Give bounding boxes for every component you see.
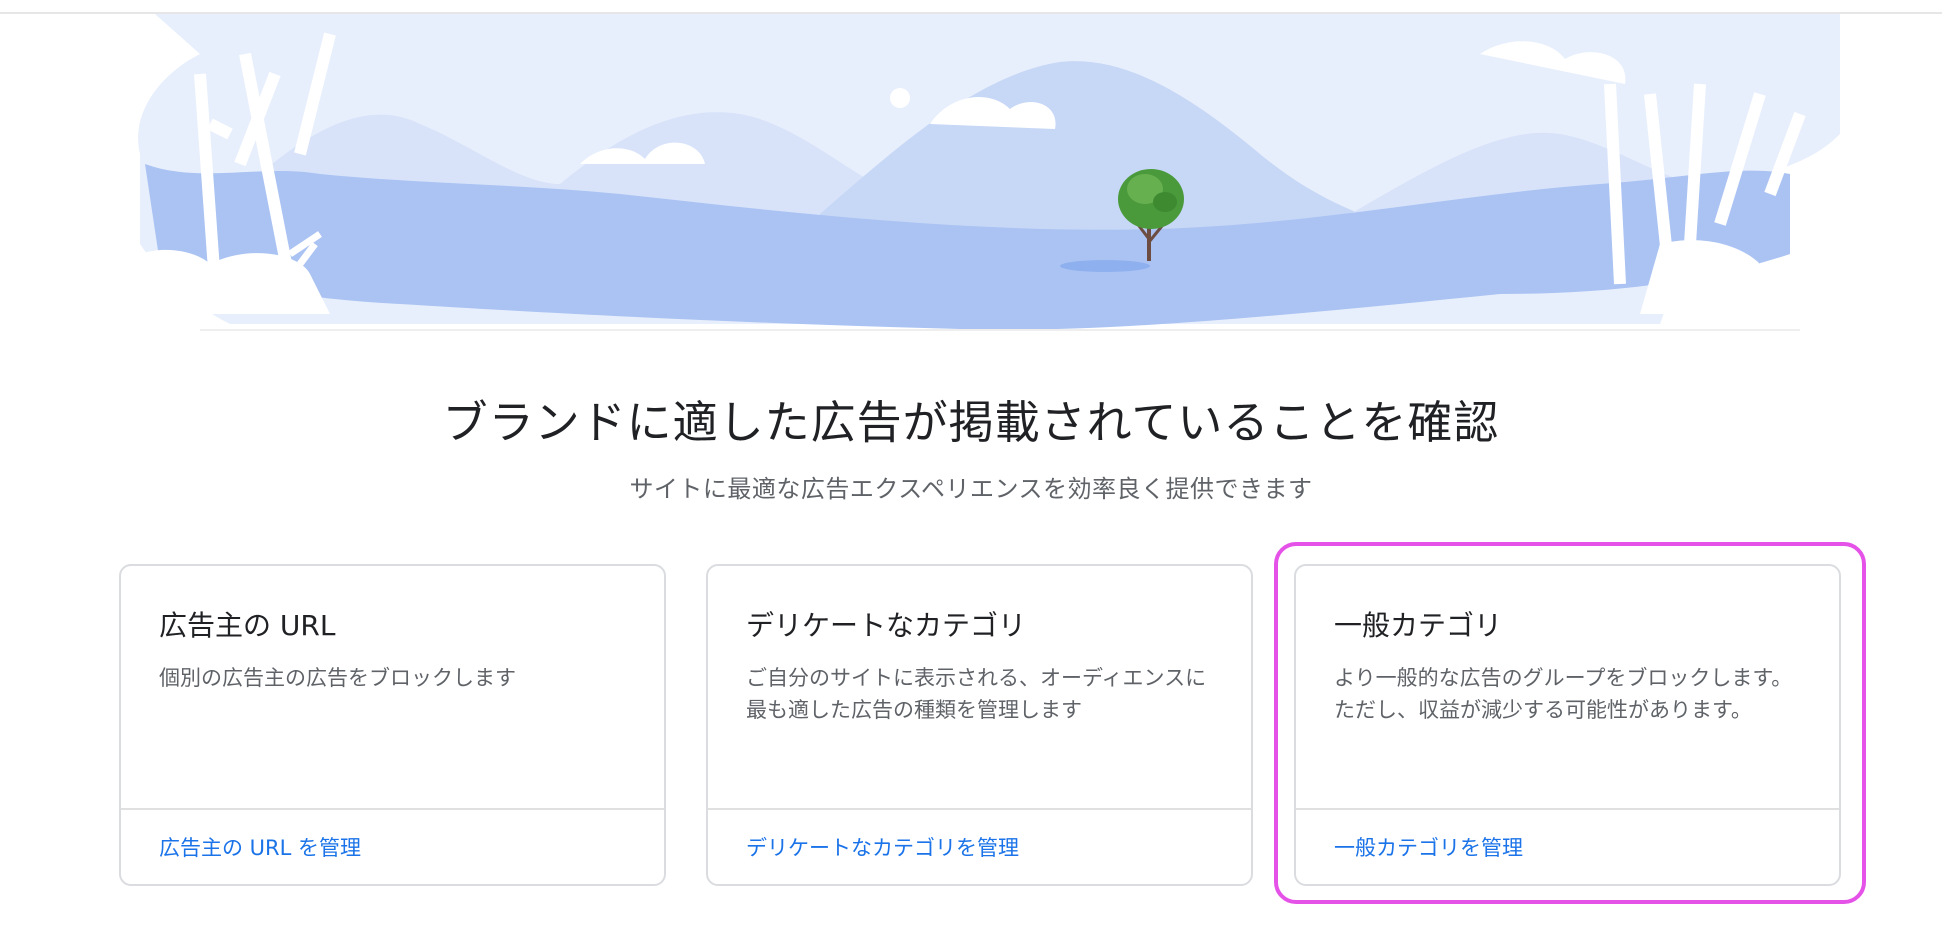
card-description: より一般的な広告のグループをブロックします。ただし、収益が減少する可能性がありま… xyxy=(1334,666,1793,722)
card-title: デリケートなカテゴリ xyxy=(746,609,1027,642)
card-divider xyxy=(708,808,1251,810)
page-subtitle: サイトに最適な広告エクスペリエンスを効率良く提供できます xyxy=(629,475,1313,503)
card-divider xyxy=(1296,808,1839,810)
card-advertiser-url: 広告主の URL 個別の広告主の広告をブロックします 広告主の URL を管理 xyxy=(119,564,666,886)
card-title: 一般カテゴリ xyxy=(1334,609,1503,642)
manage-general-categories-link[interactable]: 一般カテゴリを管理 xyxy=(1334,832,1523,862)
page: ブランドに適した広告が掲載されていることを確認 サイトに最適な広告エクスペリエン… xyxy=(0,0,1942,932)
card-general-categories: 一般カテゴリ より一般的な広告のグループをブロックします。ただし、収益が減少する… xyxy=(1294,564,1841,886)
hero-illustration xyxy=(138,14,1840,331)
card-title: 広告主の URL xyxy=(159,609,336,642)
manage-advertiser-url-link[interactable]: 広告主の URL を管理 xyxy=(159,832,361,862)
card-divider xyxy=(121,808,664,810)
card-description: ご自分のサイトに表示される、オーディエンスに最も適した広告の種類を管理します xyxy=(746,666,1207,722)
manage-sensitive-categories-link[interactable]: デリケートなカテゴリを管理 xyxy=(746,832,1019,862)
card-sensitive-categories: デリケートなカテゴリ ご自分のサイトに表示される、オーディエンスに最も適した広告… xyxy=(706,564,1253,886)
page-title: ブランドに適した広告が掲載されていることを確認 xyxy=(442,396,1500,449)
card-description: 個別の広告主の広告をブロックします xyxy=(159,666,516,690)
